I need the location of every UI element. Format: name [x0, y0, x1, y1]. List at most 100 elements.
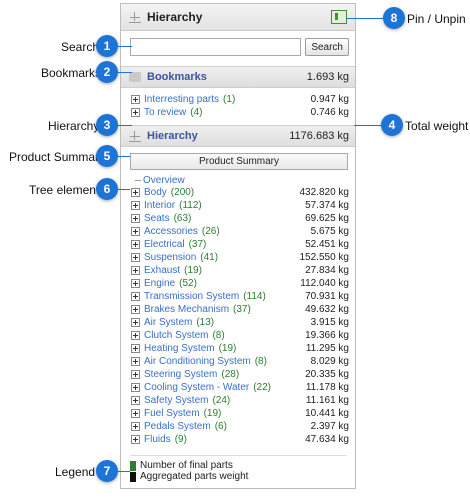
- tree-item-label: Fuel System: [144, 408, 200, 419]
- tree-item-label: Steering System: [144, 369, 218, 380]
- tree-item[interactable]: Air System (13) 3.915 kg: [121, 316, 355, 329]
- hierarchy-panel: Hierarchy Search Bookmarks 1.693 kg Inte…: [120, 3, 356, 489]
- hierarchy-icon: [129, 130, 141, 142]
- search-input[interactable]: [130, 38, 302, 56]
- tree-item-weight: 27.834 kg: [305, 265, 349, 276]
- expand-icon[interactable]: [131, 409, 140, 418]
- annotation-line-8: [346, 18, 383, 19]
- hierarchy-section-header[interactable]: Hierarchy 1176.683 kg: [121, 125, 355, 147]
- tree-item[interactable]: Interior (112) 57.374 kg: [121, 199, 355, 212]
- expand-icon[interactable]: [131, 201, 140, 210]
- tree-item-weight: 11.295 kg: [305, 343, 349, 354]
- expand-icon[interactable]: [131, 344, 140, 353]
- expand-icon[interactable]: [131, 253, 140, 262]
- annotation-label-search: Search: [61, 40, 100, 54]
- tree-list: Body (200) 432.820 kg Interior (112) 57.374 k…: [121, 186, 355, 446]
- annotation-line-7: [118, 471, 130, 472]
- tree-item[interactable]: Fuel System (19) 10.441 kg: [121, 407, 355, 420]
- tree-item-label: Safety System: [144, 395, 209, 406]
- tree-item[interactable]: Fluids (9) 47.634 kg: [121, 433, 355, 446]
- bookmark-icon: [129, 72, 141, 82]
- legend-label: Number of final parts: [140, 460, 233, 471]
- tree-item[interactable]: Exhaust (19) 27.834 kg: [121, 264, 355, 277]
- expand-icon[interactable]: [131, 95, 140, 104]
- search-button[interactable]: Search: [305, 38, 349, 56]
- tree-item[interactable]: Accessories (26) 5.675 kg: [121, 225, 355, 238]
- expand-icon[interactable]: [131, 292, 140, 301]
- expand-icon[interactable]: [131, 357, 140, 366]
- tree-item[interactable]: Air Conditioning System (8) 8.029 kg: [121, 355, 355, 368]
- tree-item-label: Suspension: [144, 252, 197, 263]
- tree-item-weight: 69.625 kg: [305, 213, 349, 224]
- bookmarks-label: Bookmarks: [147, 71, 207, 83]
- tree-item[interactable]: Suspension (41) 152.550 kg: [121, 251, 355, 264]
- legend: Number of final parts Aggregated parts w…: [130, 455, 346, 482]
- tree-item[interactable]: Seats (63) 69.625 kg: [121, 212, 355, 225]
- bookmarks-section-header[interactable]: Bookmarks 1.693 kg: [121, 66, 355, 88]
- tree-item-label: Cooling System - Water: [144, 382, 250, 393]
- expand-icon[interactable]: [131, 318, 140, 327]
- expand-icon[interactable]: [131, 331, 140, 340]
- annotation-label-pin-unpin: Pin / Unpin: [407, 12, 466, 26]
- expand-icon[interactable]: [131, 279, 140, 288]
- tree-item-count: (26): [201, 226, 220, 237]
- hierarchy-label: Hierarchy: [147, 130, 198, 142]
- expand-icon[interactable]: [131, 396, 140, 405]
- tree-item-weight: 10.441 kg: [305, 408, 349, 419]
- expand-icon[interactable]: [131, 435, 140, 444]
- annotation-badge-3: 3: [96, 114, 118, 136]
- tree-item-count: (28): [221, 369, 240, 380]
- pin-icon[interactable]: [331, 10, 347, 24]
- tree-item[interactable]: Cooling System - Water (22) 11.178 kg: [121, 381, 355, 394]
- tree-item[interactable]: Clutch System (8) 19.366 kg: [121, 329, 355, 342]
- annotation-label-legend: Legend: [55, 465, 96, 479]
- expand-icon[interactable]: [131, 266, 140, 275]
- tree-item-weight: 19.366 kg: [305, 330, 349, 341]
- annotation-label-total-weight: Total weight: [405, 119, 469, 133]
- annotation-line-5: [118, 156, 130, 157]
- tree-item[interactable]: Safety System (24) 11.161 kg: [121, 394, 355, 407]
- expand-icon[interactable]: [131, 108, 140, 117]
- tree-item[interactable]: Brakes Mechanism (37) 49.632 kg: [121, 303, 355, 316]
- expand-icon[interactable]: [131, 383, 140, 392]
- tree-item-label: Fluids: [144, 434, 171, 445]
- tree-item-weight: 11.161 kg: [305, 395, 349, 406]
- tree-item[interactable]: Heating System (19) 11.295 kg: [121, 342, 355, 355]
- panel-header: Hierarchy: [121, 4, 355, 31]
- expand-icon[interactable]: [131, 227, 140, 236]
- expand-icon[interactable]: [131, 422, 140, 431]
- tree-item-count: (1): [223, 94, 236, 105]
- tree-item-count: (19): [184, 265, 202, 276]
- tree-item-count: (6): [214, 421, 227, 432]
- annotation-line-4: [354, 125, 381, 126]
- tree-item-count: (8): [254, 356, 267, 367]
- annotation-line-6: [118, 189, 130, 190]
- expand-icon[interactable]: [131, 214, 140, 223]
- tree-item-count: (41): [200, 252, 219, 263]
- tree-item[interactable]: Transmission System (114) 70.931 kg: [121, 290, 355, 303]
- tree-item[interactable]: Electrical (37) 52.451 kg: [121, 238, 355, 251]
- expand-icon[interactable]: [131, 240, 140, 249]
- annotation-badge-8: 8: [383, 7, 405, 29]
- tree-item-weight: 70.931 kg: [305, 291, 349, 302]
- tree-item-label: Pedals System: [144, 421, 211, 432]
- expand-icon[interactable]: [131, 370, 140, 379]
- tree-item-overview[interactable]: Overview: [121, 174, 355, 186]
- legend-swatch-black: [130, 471, 136, 482]
- tree-item[interactable]: Body (200) 432.820 kg: [121, 186, 355, 199]
- tree-item-count: (52): [179, 278, 197, 289]
- expand-icon[interactable]: [131, 305, 140, 314]
- tree-item[interactable]: Steering System (28) 20.335 kg: [121, 368, 355, 381]
- tree-item[interactable]: Engine (52) 112.040 kg: [121, 277, 355, 290]
- tree-item-label: Brakes Mechanism: [144, 304, 230, 315]
- tree-item[interactable]: Pedals System (6) 2.397 kg: [121, 420, 355, 433]
- tree-item-label: Accessories: [144, 226, 198, 237]
- tree-item[interactable]: To review (4) 0.746 kg: [121, 106, 355, 119]
- tree-item[interactable]: Interresting parts (1) 0.947 kg: [121, 93, 355, 106]
- expand-icon[interactable]: [131, 188, 140, 197]
- annotation-badge-2: 2: [96, 61, 118, 83]
- annotation-label-product-summary: Product Summary: [9, 150, 106, 164]
- product-summary-button[interactable]: Product Summary: [130, 153, 348, 170]
- tree-item-count: (63): [173, 213, 192, 224]
- annotation-line-2: [118, 72, 132, 73]
